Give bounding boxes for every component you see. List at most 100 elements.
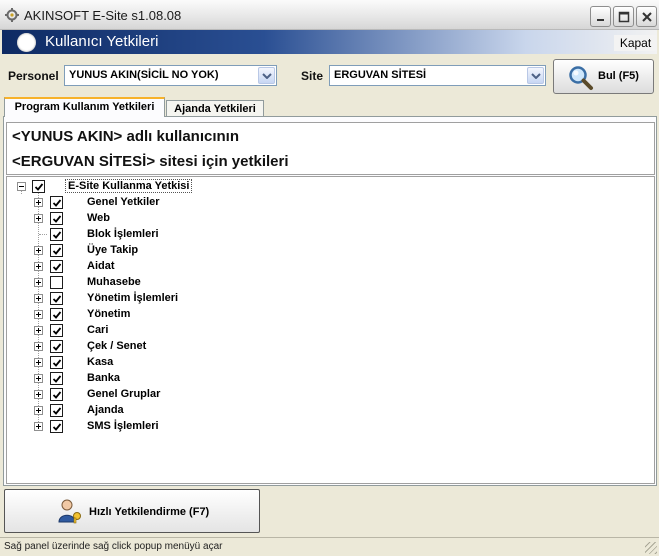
tree-node[interactable]: Aidat [7, 259, 607, 275]
tree-node[interactable]: Genel Yetkiler [7, 195, 607, 211]
tree-node[interactable]: Web [7, 211, 607, 227]
checkbox[interactable] [50, 340, 63, 353]
maximize-icon [618, 11, 630, 23]
tree-node[interactable]: Yönetim İşlemleri [7, 291, 607, 307]
site-value: ERGUVAN SİTESİ [334, 69, 427, 81]
tree-node[interactable]: Blok İşlemleri [7, 227, 607, 243]
tree-node[interactable]: Kasa [7, 355, 607, 371]
minimize-button[interactable] [590, 6, 611, 27]
personnel-dropdown-button[interactable] [258, 67, 275, 84]
check-icon [52, 359, 62, 367]
check-icon [52, 215, 62, 223]
checkbox[interactable] [50, 292, 63, 305]
tree-node[interactable]: Genel Gruplar [7, 387, 607, 403]
expand-icon[interactable] [34, 246, 43, 255]
check-icon [52, 407, 62, 415]
checkbox[interactable] [50, 388, 63, 401]
expand-icon[interactable] [34, 358, 43, 367]
tree-node-label[interactable]: Web [87, 212, 110, 224]
checkbox[interactable] [50, 196, 63, 209]
checkbox[interactable] [50, 212, 63, 225]
tree-node-label[interactable]: SMS İşlemleri [87, 420, 159, 432]
collapse-icon[interactable] [17, 182, 26, 191]
tree-node-root[interactable]: E-Site Kullanma Yetkisi [7, 179, 607, 195]
expand-icon[interactable] [34, 326, 43, 335]
tree-node-label[interactable]: Yönetim [87, 308, 130, 320]
check-icon [52, 343, 62, 351]
expand-icon[interactable] [34, 406, 43, 415]
checkbox[interactable] [50, 228, 63, 241]
tree-node-label[interactable]: Genel Gruplar [87, 388, 160, 400]
expand-icon[interactable] [34, 310, 43, 319]
magnifier-icon [568, 65, 594, 94]
tree-node[interactable]: Ajanda [7, 403, 607, 419]
tree-node[interactable]: Çek / Senet [7, 339, 607, 355]
find-button-label: Bul (F5) [598, 70, 639, 82]
find-button[interactable]: Bul (F5) [553, 59, 654, 94]
expand-icon[interactable] [34, 342, 43, 351]
tree-node-label[interactable]: Genel Yetkiler [87, 196, 160, 208]
check-icon [34, 183, 44, 191]
check-icon [52, 375, 62, 383]
checkbox[interactable] [50, 308, 63, 321]
expand-icon[interactable] [34, 198, 43, 207]
tree-node-label[interactable]: Cari [87, 324, 108, 336]
tab-program-permissions[interactable]: Program Kullanım Yetkileri [4, 97, 165, 117]
tree-node[interactable]: Cari [7, 323, 607, 339]
tree-node-label[interactable]: Kasa [87, 356, 113, 368]
check-icon [52, 247, 62, 255]
chevron-down-icon [262, 73, 272, 79]
checkbox[interactable] [50, 372, 63, 385]
tree-node-label[interactable]: Yönetim İşlemleri [87, 292, 178, 304]
resize-grip-icon[interactable] [645, 542, 657, 554]
tab-agenda-permissions[interactable]: Ajanda Yetkileri [166, 100, 264, 117]
maximize-button[interactable] [613, 6, 634, 27]
cog-app-icon [5, 8, 19, 22]
close-window-button[interactable] [636, 6, 657, 27]
expand-icon[interactable] [34, 390, 43, 399]
tree-node-label[interactable]: Aidat [87, 260, 115, 272]
expand-icon[interactable] [34, 278, 43, 287]
checkbox[interactable] [50, 260, 63, 273]
site-label: Site [301, 69, 324, 83]
checkbox[interactable] [50, 356, 63, 369]
tree-node-label[interactable]: E-Site Kullanma Yetkisi [65, 179, 193, 193]
permission-tree[interactable]: E-Site Kullanma Yetkisi Genel Yetkiler We… [6, 176, 655, 484]
checkbox[interactable] [50, 324, 63, 337]
tab-label: Ajanda Yetkileri [174, 103, 256, 115]
quick-authorize-button[interactable]: Hızlı Yetkilendirme (F7) [4, 489, 260, 533]
status-bar: Sağ panel üzerinde sağ click popup menüy… [0, 537, 659, 556]
check-icon [52, 263, 62, 271]
tree-node[interactable]: SMS İşlemleri [7, 419, 607, 435]
check-icon [52, 327, 62, 335]
tree-connector [39, 234, 47, 235]
tree-node-label[interactable]: Muhasebe [87, 276, 141, 288]
check-icon [52, 295, 62, 303]
tree-node-label[interactable]: Çek / Senet [87, 340, 146, 352]
tree-node-label[interactable]: Banka [87, 372, 120, 384]
tree-node[interactable]: Muhasebe [7, 275, 607, 291]
tree-node-label[interactable]: Ajanda [87, 404, 124, 416]
personnel-select[interactable]: YUNUS AKIN(SİCİL NO YOK) [64, 65, 277, 86]
checkbox[interactable] [32, 180, 45, 193]
checkbox[interactable] [50, 244, 63, 257]
window-titlebar[interactable]: AKINSOFT E-Site s1.08.08 [0, 0, 659, 30]
site-select[interactable]: ERGUVAN SİTESİ [329, 65, 546, 86]
expand-icon[interactable] [34, 294, 43, 303]
expand-icon[interactable] [34, 214, 43, 223]
site-dropdown-button[interactable] [527, 67, 544, 84]
info-user-line: <YUNUS AKIN> adlı kullanıcının [12, 128, 239, 145]
tree-node-label[interactable]: Üye Takip [87, 244, 138, 256]
expand-icon[interactable] [34, 262, 43, 271]
tree-node[interactable]: Üye Takip [7, 243, 607, 259]
checkbox[interactable] [50, 404, 63, 417]
close-panel-button[interactable]: Kapat [614, 35, 657, 51]
tree-node[interactable]: Yönetim [7, 307, 607, 323]
tree-node-label[interactable]: Blok İşlemleri [87, 228, 159, 240]
tree-node[interactable]: Banka [7, 371, 607, 387]
checkbox[interactable] [50, 276, 63, 289]
expand-icon[interactable] [34, 422, 43, 431]
expand-icon[interactable] [34, 374, 43, 383]
checkbox[interactable] [50, 420, 63, 433]
page-title: Kullanıcı Yetkileri [45, 33, 159, 50]
